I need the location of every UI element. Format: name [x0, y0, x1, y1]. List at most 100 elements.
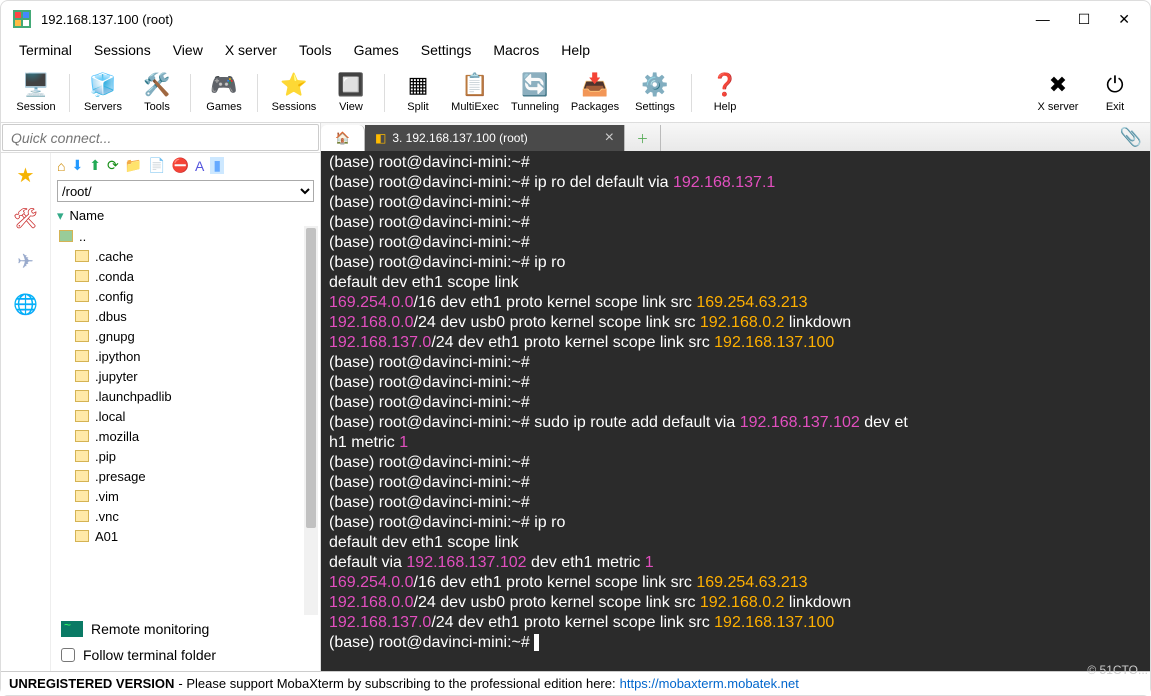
menu-x-server[interactable]: X server — [225, 42, 277, 58]
term-line: (base) root@davinci-mini:~# ip ro — [329, 513, 1142, 533]
term-line: (base) root@davinci-mini:~# — [329, 453, 1142, 473]
toolbar: 🖥️Session🧊Servers🛠️Tools🎮Games⭐Sessions🔲… — [1, 63, 1150, 123]
list-item[interactable]: A01 — [59, 526, 320, 546]
servers-button[interactable]: 🧊Servers — [76, 64, 130, 122]
status-msg: - Please support MobaXterm by subscribin… — [178, 676, 615, 691]
terminal[interactable]: (base) root@davinci-mini:~# (base) root@… — [321, 151, 1150, 671]
term-line: (base) root@davinci-mini:~# sudo ip rout… — [329, 413, 1142, 433]
x-server-button[interactable]: ✖X server — [1028, 64, 1088, 122]
list-item[interactable]: .vim — [59, 486, 320, 506]
collapse-icon[interactable]: ▾ — [57, 208, 64, 224]
list-item[interactable]: .gnupg — [59, 326, 320, 346]
send-icon[interactable]: ✈ — [17, 249, 34, 274]
tools-button[interactable]: 🛠️Tools — [130, 64, 184, 122]
list-item[interactable]: .conda — [59, 266, 320, 286]
folder-icon — [75, 310, 89, 322]
sessions-button[interactable]: ⭐Sessions — [264, 64, 324, 122]
file-list: .. .cache.conda.config.dbus.gnupg.ipytho… — [51, 226, 320, 615]
menu-settings[interactable]: Settings — [421, 42, 472, 58]
session-button[interactable]: 🖥️Session — [9, 64, 63, 122]
list-item[interactable]: .ipython — [59, 346, 320, 366]
upload-icon[interactable]: ⬆ — [89, 157, 101, 174]
tab-session[interactable]: ◧ 3. 192.168.137.100 (root) × — [365, 125, 625, 151]
tunneling-button[interactable]: 🔄Tunneling — [505, 64, 565, 122]
tab-new[interactable]: ＋ — [625, 125, 661, 151]
menu-tools[interactable]: Tools — [299, 42, 332, 58]
remote-monitoring[interactable]: Remote monitoring — [51, 615, 320, 643]
side-panel: ★ 🛠 ✈ 🌐 ⌂ ⬇ ⬆ ⟳ 📁 📄 ⛔ A ▮ /root — [1, 123, 321, 671]
delete-icon[interactable]: ⛔ — [172, 157, 189, 174]
settings-button[interactable]: ⚙️Settings — [625, 64, 685, 122]
list-item[interactable]: .cache — [59, 246, 320, 266]
packages-button[interactable]: 📥Packages — [565, 64, 625, 122]
parent-dir[interactable]: .. — [59, 226, 320, 246]
list-item[interactable]: .dbus — [59, 306, 320, 326]
folder-icon — [75, 370, 89, 382]
status-link[interactable]: https://mobaxterm.mobatek.net — [620, 676, 799, 691]
split-button[interactable]: ▦Split — [391, 64, 445, 122]
path-row: /root/ — [51, 178, 320, 206]
folder-icon — [75, 330, 89, 342]
follow-checkbox[interactable] — [61, 648, 75, 662]
view-button[interactable]: 🔲View — [324, 64, 378, 122]
home-icon[interactable]: ⌂ — [57, 158, 65, 174]
folder-icon — [75, 350, 89, 362]
quick-connect-input[interactable] — [2, 124, 319, 151]
name-header[interactable]: Name — [70, 208, 105, 224]
tab-close-icon[interactable]: × — [605, 129, 614, 147]
term-line: (base) root@davinci-mini:~# — [329, 393, 1142, 413]
folder-icon — [75, 430, 89, 442]
monitor-icon — [61, 621, 83, 637]
menu-view[interactable]: View — [173, 42, 203, 58]
folder-icon — [75, 270, 89, 282]
term-line: default dev eth1 scope link — [329, 273, 1142, 293]
tools-icon: 🛠️ — [143, 72, 170, 98]
new-folder-icon[interactable]: 📁 — [125, 157, 142, 174]
list-item[interactable]: .pip — [59, 446, 320, 466]
games-button[interactable]: 🎮Games — [197, 64, 251, 122]
close-button[interactable]: ✕ — [1118, 11, 1130, 28]
menu-macros[interactable]: Macros — [493, 42, 539, 58]
follow-terminal-row[interactable]: Follow terminal folder — [51, 643, 320, 671]
menu-sessions[interactable]: Sessions — [94, 42, 151, 58]
edit-icon[interactable]: A — [195, 158, 204, 174]
refresh-icon[interactable]: ⟳ — [107, 157, 119, 174]
minimize-button[interactable]: — — [1036, 11, 1050, 28]
list-item[interactable]: .jupyter — [59, 366, 320, 386]
menu-help[interactable]: Help — [561, 42, 590, 58]
file-scrollbar[interactable] — [304, 226, 318, 615]
window-controls: — ☐ ✕ — [1036, 11, 1130, 28]
globe-icon[interactable]: 🌐 — [13, 292, 38, 317]
term-line: 192.168.137.0/24 dev eth1 proto kernel s… — [329, 333, 1142, 353]
menu-terminal[interactable]: Terminal — [19, 42, 72, 58]
toolbar-right: ✖X server⏻Exit — [1028, 64, 1142, 122]
folder-icon — [75, 450, 89, 462]
tab-home[interactable]: 🏠 — [321, 125, 365, 151]
menu-games[interactable]: Games — [354, 42, 399, 58]
properties-icon[interactable]: ▮ — [210, 157, 224, 174]
list-item[interactable]: .launchpadlib — [59, 386, 320, 406]
list-item[interactable]: .vnc — [59, 506, 320, 526]
tools-icon[interactable]: 🛠 — [13, 206, 38, 231]
window-title: 192.168.137.100 (root) — [41, 12, 1026, 27]
multiexec-button[interactable]: 📋MultiExec — [445, 64, 505, 122]
new-file-icon[interactable]: 📄 — [148, 157, 165, 174]
list-item[interactable]: .config — [59, 286, 320, 306]
quick-connect-row — [1, 123, 320, 153]
list-item[interactable]: .local — [59, 406, 320, 426]
column-header: ▾ Name — [51, 206, 320, 226]
download-icon[interactable]: ⬇ — [71, 157, 83, 174]
unregistered-label: UNREGISTERED VERSION — [9, 676, 174, 691]
list-item[interactable]: .presage — [59, 466, 320, 486]
exit-icon: ⏻ — [1106, 72, 1123, 98]
path-select[interactable]: /root/ — [57, 180, 314, 202]
list-item[interactable]: .mozilla — [59, 426, 320, 446]
watermark: © 51CTO... — [1087, 663, 1148, 677]
clip-icon[interactable]: 📎 — [1120, 127, 1142, 148]
term-line: (base) root@davinci-mini:~# — [329, 233, 1142, 253]
help-button[interactable]: ❓Help — [698, 64, 752, 122]
maximize-button[interactable]: ☐ — [1078, 11, 1091, 28]
session-tab-icon: ◧ — [375, 131, 386, 145]
star-icon[interactable]: ★ — [17, 163, 35, 188]
exit-button[interactable]: ⏻Exit — [1088, 64, 1142, 122]
